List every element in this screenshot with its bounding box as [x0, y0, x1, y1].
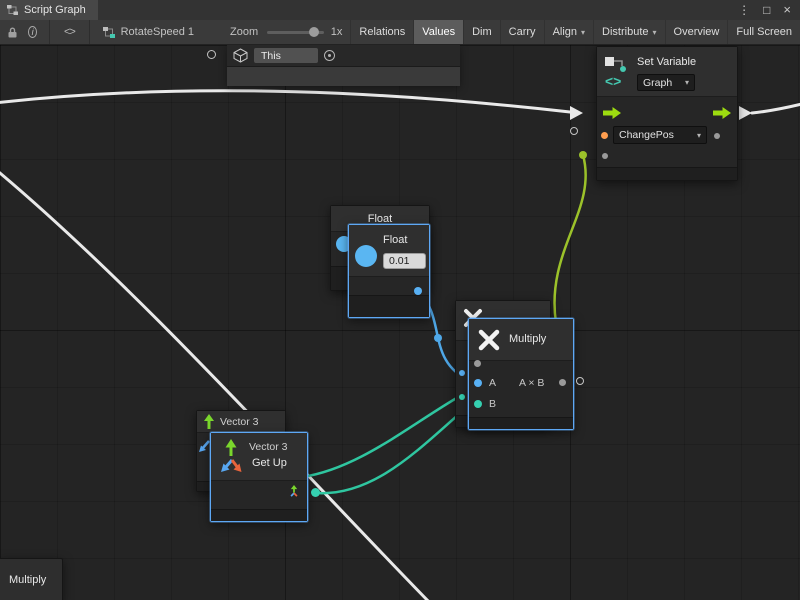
multiply-icon: [477, 328, 501, 352]
gameobject-cube-icon: [233, 48, 248, 63]
zoom-label: Zoom: [230, 26, 258, 38]
output-value-port[interactable]: [714, 133, 720, 139]
node-title: Get Up: [252, 457, 287, 469]
float-value-field[interactable]: 0.01: [383, 253, 426, 269]
variable-name-port[interactable]: [601, 132, 608, 139]
flow-arrowhead-right: [739, 106, 752, 120]
flow-wire-in: [0, 91, 570, 112]
chevron-down-icon: ▾: [697, 131, 701, 140]
maximize-icon[interactable]: □: [763, 0, 770, 20]
graph-inspector-panel: This: [227, 45, 460, 86]
value-wire-endpoint[interactable]: [579, 151, 587, 159]
graph-canvas[interactable]: Float Vector 3 This: [0, 45, 800, 600]
carry-button[interactable]: Carry: [500, 20, 544, 45]
port-out-label: A × B: [519, 377, 544, 389]
tab-script-graph[interactable]: Script Graph: [0, 0, 98, 20]
node-category: Vector 3: [249, 441, 288, 453]
dim-button[interactable]: Dim: [463, 20, 500, 45]
variable-scope-dropdown[interactable]: Graph ▾: [637, 74, 695, 91]
distribute-button[interactable]: Distribute▾: [593, 20, 664, 45]
graph-toolbar: i <> RotateSpeed 1 Zoom 1x Relations Val…: [0, 20, 800, 45]
multiply-node-corner[interactable]: Multiply: [0, 558, 63, 600]
unconnected-port[interactable]: [570, 127, 578, 135]
node-title: Float: [383, 234, 407, 246]
lock-icon[interactable]: [6, 26, 19, 39]
value-wire: [554, 155, 585, 323]
flow-wire-out: [752, 103, 800, 113]
values-button[interactable]: Values: [413, 20, 463, 45]
set-variable-icon: <>: [602, 53, 630, 91]
code-view-icon[interactable]: <>: [64, 26, 75, 38]
flow-in-port[interactable]: [602, 106, 622, 120]
vector-wire-1: [316, 403, 472, 493]
zoom-slider-knob[interactable]: [309, 27, 319, 37]
panel-body: [227, 67, 460, 86]
node-title: Vector 3: [220, 416, 259, 428]
align-button[interactable]: Align▾: [544, 20, 593, 45]
output-port[interactable]: [559, 379, 566, 386]
float-icon: [355, 245, 377, 267]
node-title: Set Variable: [637, 56, 696, 68]
breadcrumb-graph[interactable]: RotateSpeed 1: [102, 26, 194, 39]
input-b-port[interactable]: [474, 400, 482, 408]
generic-port[interactable]: [474, 360, 481, 367]
node-title: Float: [368, 213, 392, 225]
variable-name-dropdown[interactable]: ChangePos ▾: [613, 126, 707, 144]
relations-button[interactable]: Relations: [350, 20, 413, 45]
chevron-down-icon: ▾: [581, 28, 585, 37]
unconnected-port[interactable]: [576, 377, 584, 385]
window-titlebar: Script Graph ⋮ □ ×: [0, 0, 800, 20]
chevron-down-icon: ▾: [653, 28, 657, 37]
vector3-type-icon: [287, 485, 301, 499]
input-value-port[interactable]: [602, 153, 608, 159]
set-variable-node[interactable]: <> Set Variable Graph ▾ ChangePos ▾: [596, 46, 738, 181]
float-wire-dot[interactable]: [434, 334, 442, 342]
svg-text:<>: <>: [605, 73, 621, 89]
input-port[interactable]: [459, 370, 465, 376]
port-a-label: A: [489, 377, 496, 389]
zoom-slider[interactable]: [267, 31, 324, 34]
node-title: Multiply: [509, 333, 546, 345]
more-menu-icon[interactable]: ⋮: [738, 0, 750, 20]
fullscreen-button[interactable]: Full Screen: [727, 20, 800, 45]
node-title: Multiply: [9, 574, 46, 586]
zoom-value: 1x: [331, 26, 343, 38]
get-up-node[interactable]: Vector 3 Get Up: [210, 432, 308, 522]
flow-arrowhead-left: [570, 106, 583, 120]
graph-name: RotateSpeed 1: [121, 26, 194, 38]
object-picker-icon[interactable]: [324, 50, 335, 61]
graph-asset-icon: [102, 26, 116, 39]
vector3-axes-icon: [219, 438, 243, 476]
info-icon[interactable]: i: [28, 26, 37, 38]
close-icon[interactable]: ×: [783, 0, 791, 20]
unconnected-port[interactable]: [207, 50, 216, 59]
vector-wire-2: [302, 396, 460, 477]
float-output-port[interactable]: [414, 287, 422, 295]
overview-button[interactable]: Overview: [665, 20, 728, 45]
multiply-node[interactable]: Multiply A A × B B: [468, 318, 574, 430]
vector3-up-arrow-icon: [202, 414, 215, 430]
tab-label: Script Graph: [24, 4, 86, 16]
input-port[interactable]: [459, 394, 465, 400]
float-node[interactable]: Float 0.01: [348, 224, 430, 318]
flow-out-port[interactable]: [712, 106, 732, 120]
vector3-output-port[interactable]: [311, 488, 320, 497]
script-graph-icon: [6, 4, 19, 16]
self-object-field[interactable]: This: [254, 48, 318, 63]
input-a-port[interactable]: [474, 379, 482, 387]
port-b-label: B: [489, 398, 496, 410]
chevron-down-icon: ▾: [685, 78, 689, 87]
